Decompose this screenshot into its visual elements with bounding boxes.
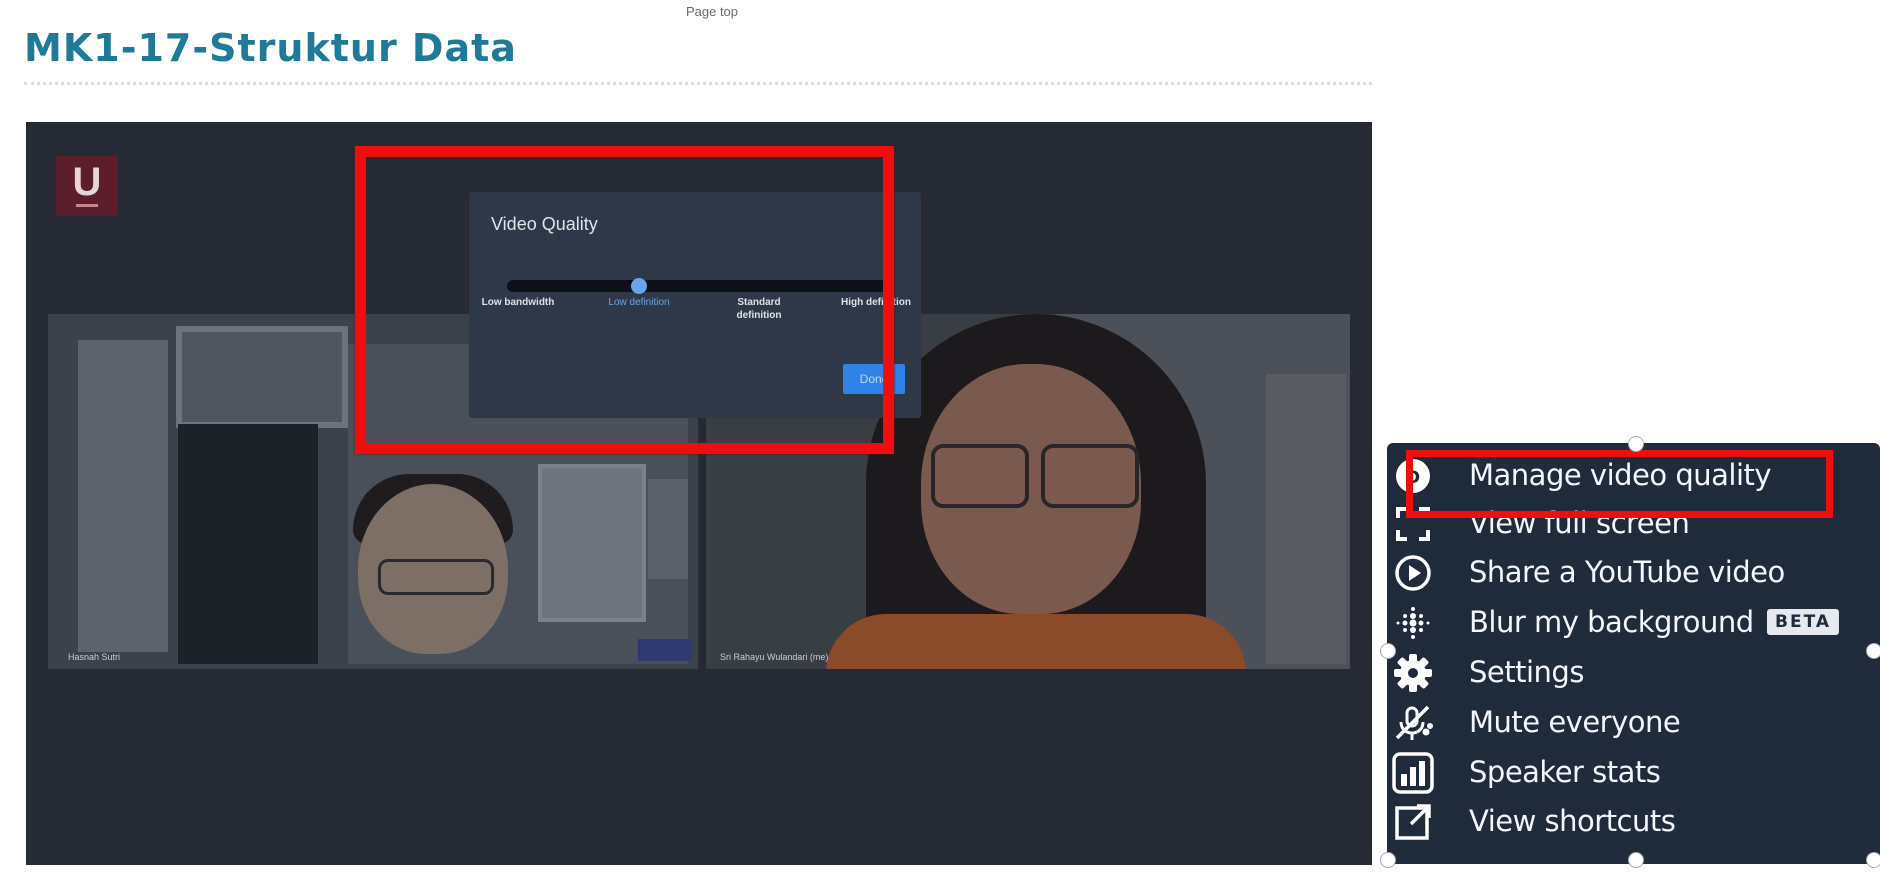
- resize-handle-bottom-left[interactable]: [1380, 852, 1396, 868]
- external-link-icon: [1391, 800, 1435, 844]
- menu-item-label: Blur my background: [1469, 605, 1754, 639]
- mute-mic-icon: [1391, 701, 1435, 745]
- menu-item-settings[interactable]: Settings: [1387, 649, 1880, 697]
- menu-item-view-shortcuts[interactable]: View shortcuts: [1387, 798, 1880, 846]
- logo-letter: U: [72, 160, 102, 204]
- bar-chart-icon: [1391, 751, 1435, 795]
- menu-item-label: Speaker stats: [1469, 755, 1661, 789]
- highlight-box-menu-item: [1406, 450, 1833, 518]
- title-divider: [24, 82, 1372, 85]
- menu-item-label: View shortcuts: [1469, 804, 1676, 838]
- resize-handle-right[interactable]: [1866, 643, 1880, 659]
- menu-item-mute-everyone[interactable]: Mute everyone: [1387, 699, 1880, 747]
- menu-item-blur-my-background[interactable]: Blur my background BETA: [1387, 599, 1880, 647]
- menu-item-label: Share a YouTube video: [1469, 555, 1785, 589]
- video-stage: U Hasnah Sutri Sri Rahayu Wulandari (me)…: [26, 122, 1372, 865]
- menu-item-label: Mute everyone: [1469, 705, 1681, 739]
- page-top-link[interactable]: Page top: [662, 4, 762, 19]
- participant-name: Sri Rahayu Wulandari (me): [720, 652, 829, 662]
- resize-handle-bottom-right[interactable]: [1866, 852, 1880, 868]
- play-circle-icon: [1391, 551, 1435, 595]
- menu-item-label: Settings: [1469, 655, 1584, 689]
- highlight-box-dialog: [355, 146, 894, 454]
- page-title: MK1-17-Struktur Data: [24, 26, 517, 70]
- participant-name: Hasnah Sutri: [68, 652, 121, 662]
- menu-item-speaker-stats[interactable]: Speaker stats: [1387, 749, 1880, 797]
- beta-badge: BETA: [1767, 609, 1840, 635]
- blur-icon: [1391, 601, 1435, 645]
- participant-badge: [638, 639, 692, 661]
- menu-item-share-youtube-video[interactable]: Share a YouTube video: [1387, 549, 1880, 597]
- university-logo: U: [56, 156, 118, 216]
- gear-icon: [1391, 651, 1435, 695]
- resize-handle-bottom[interactable]: [1628, 852, 1644, 868]
- resize-handle-top[interactable]: [1628, 436, 1644, 452]
- resize-handle-left[interactable]: [1380, 643, 1396, 659]
